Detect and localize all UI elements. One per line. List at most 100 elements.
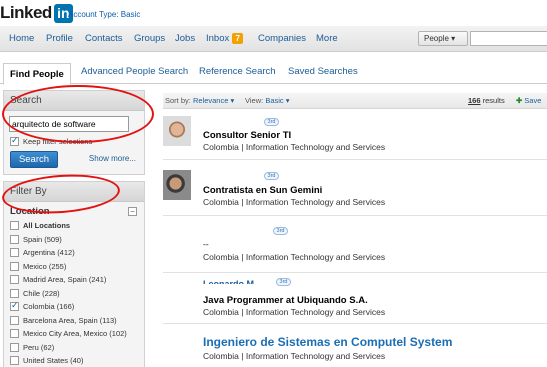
keep-filters-checkbox[interactable] [10, 135, 19, 146]
location-label: All Locations [23, 221, 71, 231]
keywords-input[interactable]: arquitecto de software [9, 116, 129, 132]
location-checkbox[interactable] [10, 221, 19, 231]
sort-bar: Sort by: Relevance ▾ View: Basic ▾ 166 r… [163, 93, 547, 109]
result-item[interactable]: 3rd Contratista en Sun Gemini Colombia |… [163, 161, 547, 216]
location-item-colombia[interactable]: Colombia (166) [10, 300, 127, 314]
logo-word: Linked [0, 3, 52, 22]
main-nav: Home Profile Contacts Groups Jobs Inbox 7… [0, 26, 547, 52]
view-dropdown[interactable]: Basic ▾ [265, 96, 289, 105]
location-label: Barcelona Area, Spain (113) [23, 315, 117, 325]
location-checkbox[interactable] [10, 275, 19, 285]
keep-filters-row[interactable]: Keep filter selections [10, 135, 93, 146]
degree-badge: 3rd [273, 227, 288, 235]
search-panel: Search arquitecto de software Keep filte… [3, 90, 145, 175]
location-label: Argentina (412) [23, 248, 75, 258]
result-title[interactable]: Contratista en Sun Gemini [203, 185, 322, 196]
search-tabs: Find People Advanced People Search Refer… [0, 60, 547, 85]
result-subtitle: Colombia | Information Technology and Se… [203, 197, 386, 207]
location-label: Peru (62) [23, 342, 55, 352]
location-list: All Locations Spain (509) Argentina (412… [10, 219, 127, 367]
location-label: Chile (228) [23, 288, 60, 298]
location-item-peru[interactable]: Peru (62) [10, 341, 127, 355]
results-count: 166 results [468, 96, 505, 105]
location-label: Spain (509) [23, 234, 62, 244]
tab-saved-searches[interactable]: Saved Searches [288, 66, 358, 77]
nav-companies[interactable]: Companies [258, 33, 306, 44]
location-item-barcelona[interactable]: Barcelona Area, Spain (113) [10, 314, 127, 328]
degree-badge: 3rd [264, 118, 279, 126]
keep-filters-label: Keep filter selections [23, 137, 93, 146]
nav-contacts[interactable]: Contacts [85, 33, 123, 44]
search-button[interactable]: Search [10, 151, 58, 168]
location-label: Mexico City Area, Mexico (102) [23, 329, 127, 339]
result-subtitle: Colombia | Information Technology and Se… [203, 252, 386, 262]
location-checkbox[interactable] [10, 261, 19, 271]
location-item-spain[interactable]: Spain (509) [10, 233, 127, 247]
location-item-all[interactable]: All Locations [10, 219, 127, 233]
result-subtitle: Colombia | Information Technology and Se… [203, 307, 386, 317]
search-panel-title: Search [4, 91, 144, 111]
results-suffix: results [482, 96, 505, 105]
nav-inbox[interactable]: Inbox 7 [206, 33, 244, 44]
location-checkbox-checked[interactable] [10, 300, 19, 312]
result-item[interactable]: 3rd Consultor Senior TI Colombia | Infor… [163, 110, 547, 160]
location-checkbox[interactable] [10, 329, 19, 339]
degree-badge: 3rd [264, 172, 279, 180]
location-item-united-states[interactable]: United States (40) [10, 354, 127, 367]
account-type-link[interactable]: Account Type: Basic [68, 10, 140, 19]
result-item[interactable]: Ingeniero de Sistemas en Computel System… [163, 325, 547, 367]
show-more-link[interactable]: Show more... [89, 154, 136, 163]
view-label: View: [245, 96, 264, 105]
result-item[interactable]: 3rd -- Colombia | Information Technology… [163, 217, 547, 273]
filter-panel: Filter By Location − All Locations Spain… [3, 181, 145, 367]
profile-photo[interactable] [163, 170, 191, 200]
result-item[interactable]: Leonardo M. 3rd Java Programmer at Ubiqu… [163, 274, 547, 324]
nav-home[interactable]: Home [9, 33, 34, 44]
result-title[interactable]: -- [203, 239, 209, 249]
location-item-madrid[interactable]: Madrid Area, Spain (241) [10, 273, 127, 287]
search-scope-dropdown[interactable]: People ▾ [418, 31, 468, 46]
location-item-mexico-city[interactable]: Mexico City Area, Mexico (102) [10, 327, 127, 341]
result-title-link[interactable]: Ingeniero de Sistemas en Computel System [203, 335, 452, 349]
location-heading: Location [10, 206, 50, 217]
result-name[interactable]: Leonardo M. [203, 279, 257, 284]
location-label: United States (40) [23, 356, 84, 366]
location-label: Madrid Area, Spain (241) [23, 275, 107, 285]
location-item-mexico[interactable]: Mexico (255) [10, 260, 127, 274]
nav-groups[interactable]: Groups [134, 33, 165, 44]
sort-by-dropdown[interactable]: Relevance ▾ [193, 96, 234, 105]
sort-by-label: Sort by: [165, 96, 191, 105]
result-title[interactable]: Java Programmer at Ubiquando S.A. [203, 295, 368, 306]
save-search-link[interactable]: ✚ Save [516, 96, 541, 105]
sort-by[interactable]: Sort by: Relevance ▾ [165, 96, 234, 105]
degree-badge: 3rd [276, 278, 291, 286]
location-label: Colombia (166) [23, 302, 75, 312]
location-item-argentina[interactable]: Argentina (412) [10, 246, 127, 260]
result-subtitle: Colombia | Information Technology and Se… [203, 351, 386, 361]
save-label: Save [524, 96, 542, 105]
location-checkbox[interactable] [10, 288, 19, 298]
result-title[interactable]: Consultor Senior TI [203, 130, 291, 141]
collapse-location-button[interactable]: − [128, 207, 137, 216]
view-mode[interactable]: View: Basic ▾ [245, 96, 290, 105]
location-checkbox[interactable] [10, 248, 19, 258]
filter-panel-title: Filter By [4, 182, 144, 202]
location-checkbox[interactable] [10, 234, 19, 244]
location-label: Mexico (255) [23, 261, 67, 271]
nav-jobs[interactable]: Jobs [175, 33, 195, 44]
location-checkbox[interactable] [10, 342, 19, 352]
tab-find-people[interactable]: Find People [3, 63, 71, 85]
tab-advanced-people-search[interactable]: Advanced People Search [81, 66, 188, 77]
top-bar: Linked in Account Type: Basic [0, 0, 547, 26]
results-number: 166 [468, 96, 481, 105]
nav-profile[interactable]: Profile [46, 33, 73, 44]
tab-reference-search[interactable]: Reference Search [199, 66, 276, 77]
nav-inbox-label: Inbox [206, 33, 230, 44]
profile-photo[interactable] [163, 116, 191, 146]
global-search-input[interactable] [470, 31, 547, 46]
location-item-chile[interactable]: Chile (228) [10, 287, 127, 301]
linkedin-logo[interactable]: Linked in [0, 3, 73, 23]
nav-more[interactable]: More [316, 33, 338, 44]
location-checkbox[interactable] [10, 315, 19, 325]
location-checkbox[interactable] [10, 356, 19, 366]
